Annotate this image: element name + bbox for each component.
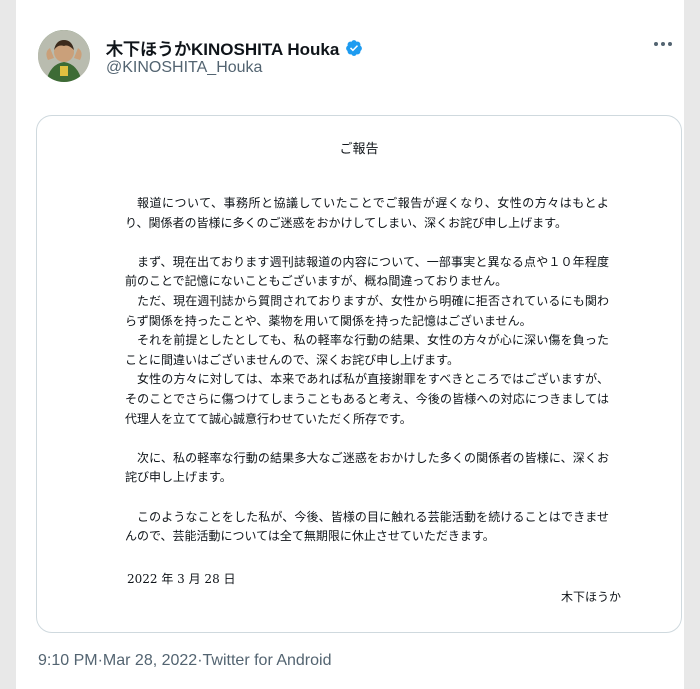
tweet-source[interactable]: Twitter for Android — [203, 652, 332, 670]
document-paragraph: 報道について、事務所と協議していたことでご報告が遅くなり、女性の方々はもとより、… — [125, 196, 609, 230]
tweet-date[interactable]: Mar 28, 2022 — [103, 652, 197, 670]
name-row: 木下ほうかKINOSHITA Houka — [106, 35, 363, 60]
document-paragraph: まず、現在出ております週刊誌報道の内容について、一部事実と異なる点や１０年程度前… — [125, 254, 609, 289]
document-paragraph: ただ、現在週刊誌から質問されておりますが、女性から明確に拒否されているにも関わら… — [125, 293, 609, 328]
document-title: ご報告 — [339, 142, 379, 157]
document-paragraph: このようなことをした私が、今後、皆様の目に触れる芸能活動を続けることはできません… — [125, 509, 609, 544]
more-dot — [654, 42, 658, 46]
document-date: 2022 年 3 月 28 日 — [127, 572, 236, 586]
verified-badge-icon — [346, 39, 363, 56]
document-body: 報道について、事務所と協議していたことでご報告が遅くなり、女性の方々はもとより、… — [125, 194, 609, 547]
document-paragraph: 次に、私の軽率な行動の結果多大なご迷惑をおかけした多くの関係者の皆様に、深くお詫… — [125, 450, 609, 485]
handle[interactable]: @KINOSHITA_Houka — [106, 59, 262, 77]
avatar[interactable] — [38, 30, 90, 82]
document-paragraph: それを前提としたとしても、私の軽率な行動の結果、女性の方々が心に深い傷を負ったこ… — [125, 333, 609, 367]
right-edge — [684, 0, 700, 689]
more-options-icon[interactable] — [650, 34, 676, 54]
left-edge — [0, 0, 16, 689]
tweet-meta: 9:10 PM · Mar 28, 2022 · Twitter for And… — [38, 652, 331, 670]
more-dot — [668, 42, 672, 46]
document-signature: 木下ほうか — [560, 590, 621, 604]
display-name[interactable]: 木下ほうかKINOSHITA Houka — [106, 35, 339, 60]
attached-image-card[interactable]: ご報告 報道について、事務所と協議していたことでご報告が遅くなり、女性の方々はも… — [36, 115, 682, 633]
more-dot — [661, 42, 665, 46]
document-paragraph: 女性の方々に対しては、本来であれば私が直接謝罪をすべきところではございますが、そ… — [125, 372, 609, 426]
tweet-time[interactable]: 9:10 PM — [38, 652, 98, 670]
